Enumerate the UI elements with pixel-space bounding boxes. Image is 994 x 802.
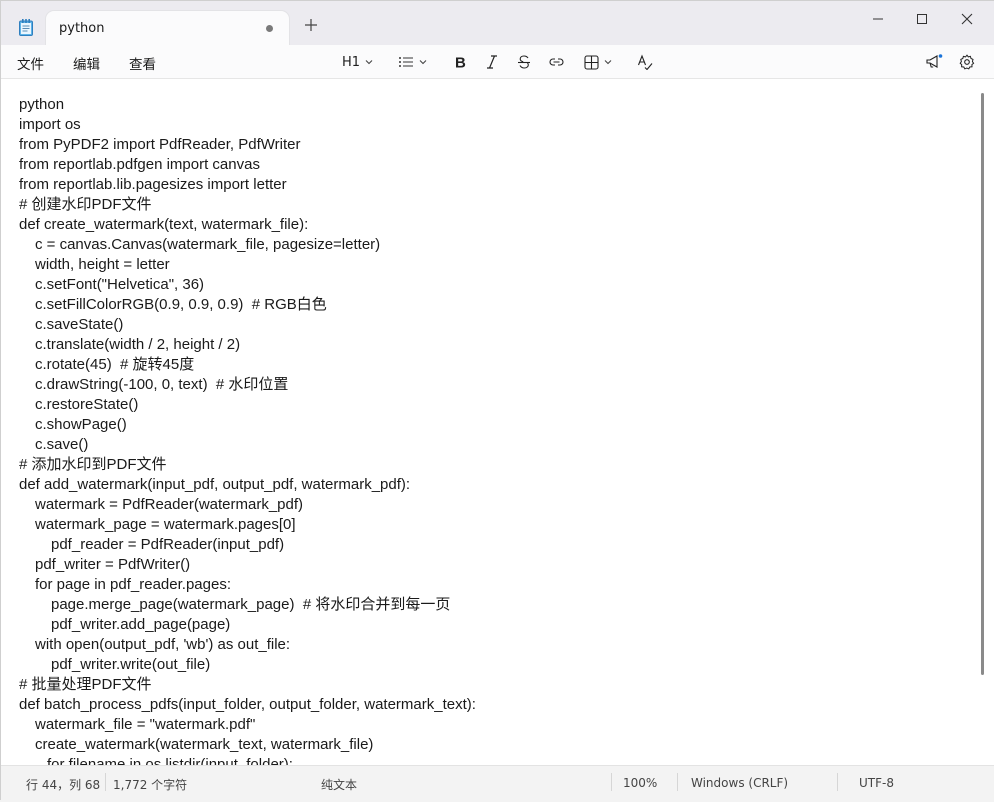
chevron-down-icon [604, 60, 612, 65]
link-button[interactable] [548, 51, 565, 73]
minimize-icon [873, 18, 883, 20]
notepad-window: python 文件 编辑 查看 H1 B python import os fr… [0, 0, 994, 802]
bold-icon: B [455, 55, 466, 71]
editor-line: pdf_writer.write(out_file) [51, 656, 211, 673]
editor-line: watermark_page = watermark.pages[0] [35, 516, 296, 533]
menu-view[interactable]: 查看 [129, 53, 156, 73]
heading-level: H1 [342, 54, 361, 70]
editor-line: def add_watermark(input_pdf, output_pdf,… [19, 476, 411, 493]
strikethrough-icon [518, 55, 530, 69]
close-button[interactable] [945, 7, 989, 31]
italic-button[interactable] [485, 51, 499, 73]
tab-title: python [59, 21, 105, 36]
menu-toolbar: 文件 编辑 查看 H1 B [1, 45, 994, 79]
text-editor[interactable]: python import os from PyPDF2 import PdfRea… [1, 79, 994, 765]
editor-line: # 创建水印PDF文件 [19, 196, 152, 213]
editor-line: for filename in os.listdir(input_folder)… [47, 756, 293, 765]
status-divider [611, 773, 612, 791]
plus-icon [305, 19, 317, 31]
editor-line: c.restoreState() [35, 396, 139, 413]
editor-line: create_watermark(watermark_text, waterma… [35, 736, 374, 753]
editor-line: # 添加水印到PDF文件 [19, 456, 167, 473]
list-icon [399, 57, 413, 67]
editor-line: pdf_writer.add_page(page) [51, 616, 231, 633]
gear-icon [959, 54, 975, 70]
editor-line: c.setFont("Helvetica", 36) [35, 276, 205, 293]
chevron-down-icon [365, 60, 373, 65]
list-dropdown[interactable] [398, 51, 428, 73]
table-icon [584, 54, 599, 70]
minimize-button[interactable] [856, 7, 900, 31]
status-divider [677, 773, 678, 791]
editor-line: c.rotate(45) # 旋转45度 [35, 356, 195, 373]
editor-line: python [19, 96, 65, 113]
editor-line: c.setFillColorRGB(0.9, 0.9, 0.9) # RGB白色 [35, 296, 327, 313]
chevron-down-icon [419, 60, 427, 65]
editor-line: # 批量处理PDF文件 [19, 676, 152, 693]
cursor-position: 行 44，列 68 [26, 778, 101, 792]
status-divider [837, 773, 838, 791]
link-icon [549, 58, 564, 66]
editor-line: c.saveState() [35, 316, 124, 333]
editor-line: c.save() [35, 436, 89, 453]
status-bar: 行 44，列 68 1,772 个字符 纯文本 100% Windows (CR… [1, 765, 994, 802]
vertical-scrollbar[interactable] [981, 93, 984, 675]
character-count: 1,772 个字符 [113, 778, 188, 792]
editor-line: width, height = letter [35, 256, 170, 273]
tab-python[interactable]: python [46, 11, 289, 45]
close-icon [961, 13, 973, 25]
table-dropdown[interactable] [584, 51, 613, 73]
new-tab-button[interactable] [303, 18, 319, 34]
settings-button[interactable] [959, 51, 975, 73]
editor-line: watermark = PdfReader(watermark_pdf) [35, 496, 304, 513]
line-ending: Windows (CRLF) [691, 776, 789, 790]
editor-line: c.showPage() [35, 416, 127, 433]
editor-line: def create_watermark(text, watermark_fil… [19, 216, 309, 233]
editor-lines: python import os from PyPDF2 import PdfRea… [19, 95, 476, 765]
zoom-level[interactable]: 100% [623, 776, 657, 790]
status-divider [105, 773, 106, 791]
editor-line: pdf_writer = PdfWriter() [35, 556, 191, 573]
maximize-icon [917, 14, 927, 24]
megaphone-icon [926, 54, 943, 68]
text-format: 纯文本 [321, 778, 358, 792]
maximize-button[interactable] [900, 7, 944, 31]
title-bar: python [1, 1, 994, 45]
editor-line: watermark_file = "watermark.pdf" [35, 716, 256, 733]
editor-line: from reportlab.lib.pagesizes import lett… [19, 176, 287, 193]
menu-file[interactable]: 文件 [17, 53, 44, 73]
editor-line: from PyPDF2 import PdfReader, PdfWriter [19, 136, 301, 153]
spellcheck-icon [637, 54, 653, 70]
editor-line: with open(output_pdf, 'wb') as out_file: [35, 636, 291, 653]
bold-button[interactable]: B [453, 51, 467, 73]
encoding: UTF-8 [859, 776, 894, 790]
editor-line: pdf_reader = PdfReader(input_pdf) [51, 536, 285, 553]
notepad-app-icon [19, 19, 33, 36]
editor-line: page.merge_page(watermark_page) # 将水印合并到… [51, 596, 451, 613]
italic-icon [487, 55, 497, 69]
editor-line: c = canvas.Canvas(watermark_file, pagesi… [35, 236, 381, 253]
editor-line: import os [19, 116, 81, 133]
editor-line: c.drawString(-100, 0, text) # 水印位置 [35, 376, 289, 393]
editor-line: for page in pdf_reader.pages: [35, 576, 231, 593]
svg-text:B: B [455, 55, 466, 71]
whats-new-button[interactable] [925, 51, 943, 73]
strikethrough-button[interactable] [517, 51, 531, 73]
menu-edit[interactable]: 编辑 [73, 53, 100, 73]
heading-dropdown[interactable]: H1 [342, 51, 374, 73]
unsaved-dot-icon[interactable] [266, 25, 273, 32]
editor-line: def batch_process_pdfs(input_folder, out… [19, 696, 476, 713]
editor-line: c.translate(width / 2, height / 2) [35, 336, 241, 353]
spellcheck-button[interactable] [637, 51, 653, 73]
editor-line: from reportlab.pdfgen import canvas [19, 156, 260, 173]
